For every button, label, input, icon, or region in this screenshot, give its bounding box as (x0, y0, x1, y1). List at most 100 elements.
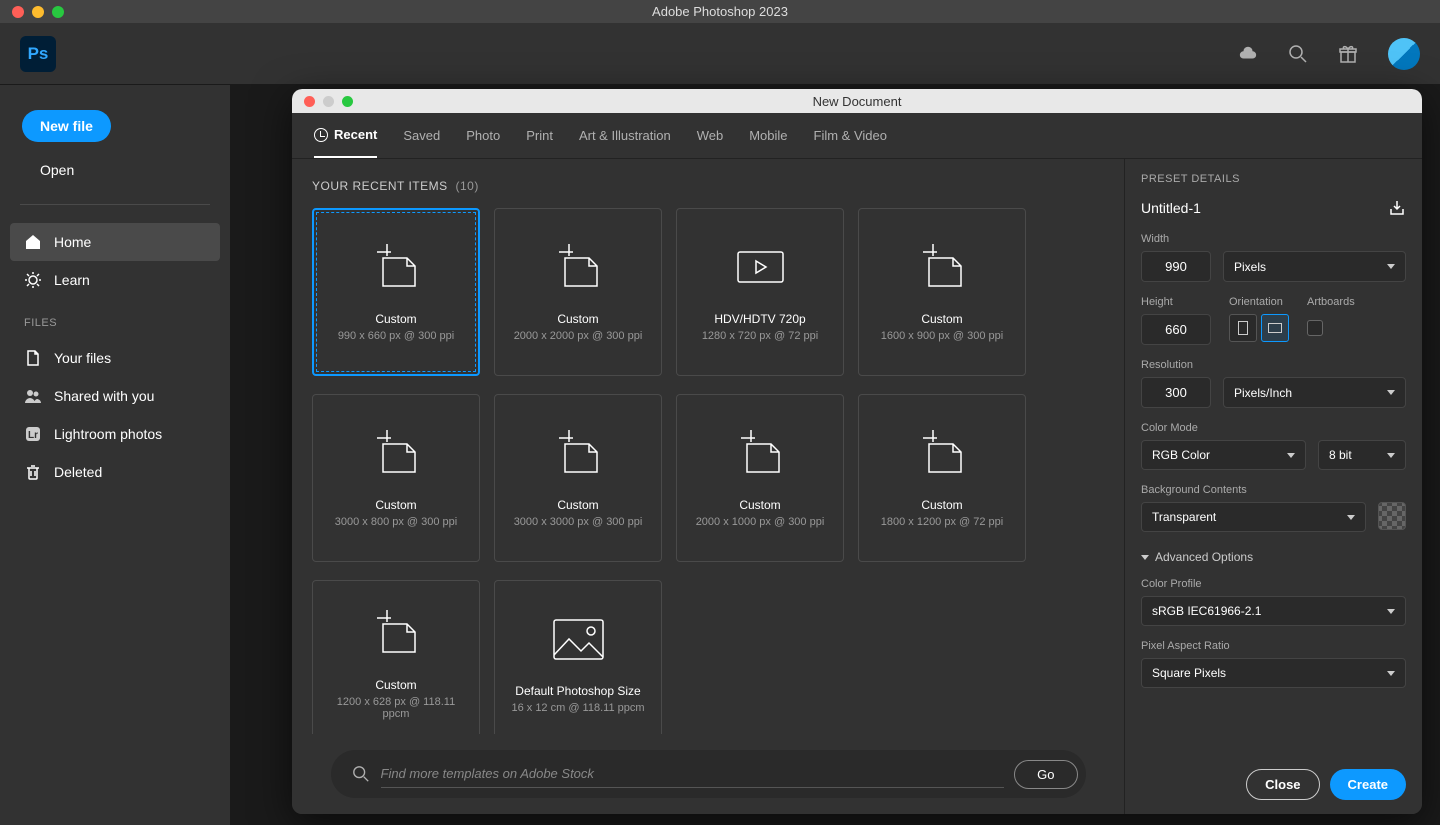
preset-card[interactable]: Custom 990 x 660 px @ 300 ppi (312, 208, 480, 376)
modal-tabs: Recent Saved Photo Print Art & Illustration W… (292, 113, 1422, 159)
advanced-options-toggle[interactable]: Advanced Options (1141, 550, 1406, 564)
orientation-label: Orientation (1229, 296, 1289, 308)
height-label: Height (1141, 296, 1211, 308)
preset-card[interactable]: Custom 1200 x 628 px @ 118.11 ppcm (312, 580, 480, 734)
chevron-down-icon (1347, 515, 1355, 520)
svg-text:Lr: Lr (28, 430, 38, 441)
main-titlebar: Adobe Photoshop 2023 (0, 0, 1440, 23)
preset-spec: 990 x 660 px @ 300 ppi (338, 330, 454, 342)
preset-name: Custom (375, 678, 416, 692)
doc-preset-icon (733, 428, 788, 478)
presets-area: YOUR RECENT ITEMS (10) Custom 990 x 660 … (292, 159, 1124, 814)
tab-label: Saved (403, 128, 440, 143)
sidebar-item-shared-with-you[interactable]: Shared with you (10, 377, 220, 415)
tab-art-illustration[interactable]: Art & Illustration (579, 113, 671, 158)
divider (20, 204, 210, 205)
tab-recent[interactable]: Recent (314, 113, 377, 158)
sidebar-item-label: Deleted (54, 464, 102, 480)
preset-details-panel: PRESET DETAILS Untitled-1 Width Pixels (1124, 159, 1422, 814)
tab-mobile[interactable]: Mobile (749, 113, 787, 158)
tab-label: Web (697, 128, 724, 143)
modal-titlebar: New Document (292, 89, 1422, 113)
window-close-icon[interactable] (12, 6, 24, 18)
document-name[interactable]: Untitled-1 (1141, 200, 1388, 216)
modal-maximize-icon[interactable] (342, 96, 353, 107)
preset-name: Custom (739, 498, 780, 512)
save-preset-icon[interactable] (1388, 199, 1406, 217)
color-profile-select[interactable]: sRGB IEC61966-2.1 (1141, 596, 1406, 626)
files-section-label: FILES (10, 299, 220, 339)
content-backdrop: New Document Recent Saved Photo Print Art & … (230, 85, 1440, 825)
tab-saved[interactable]: Saved (403, 113, 440, 158)
width-unit-select[interactable]: Pixels (1223, 251, 1406, 282)
chevron-down-icon (1387, 609, 1395, 614)
gift-icon[interactable] (1338, 44, 1358, 64)
preset-card[interactable]: Default Photoshop Size 16 x 12 cm @ 118.… (494, 580, 662, 734)
orientation-landscape-button[interactable] (1261, 314, 1289, 342)
chevron-down-icon (1387, 264, 1395, 269)
sidebar-item-label: Shared with you (54, 388, 154, 404)
sidebar-item-your-files[interactable]: Your files (10, 339, 220, 377)
sidebar-item-learn[interactable]: Learn (10, 261, 220, 299)
preset-name: Default Photoshop Size (515, 684, 640, 698)
go-button[interactable]: Go (1014, 760, 1077, 789)
width-label: Width (1141, 233, 1406, 245)
preset-spec: 2000 x 1000 px @ 300 ppi (696, 516, 825, 528)
pixel-aspect-ratio-select[interactable]: Square Pixels (1141, 658, 1406, 688)
resolution-unit-select[interactable]: Pixels/Inch (1223, 377, 1406, 408)
preset-spec: 3000 x 800 px @ 300 ppi (335, 516, 457, 528)
width-input[interactable] (1141, 251, 1211, 282)
preset-card[interactable]: Custom 1800 x 1200 px @ 72 ppi (858, 394, 1026, 562)
create-button[interactable]: Create (1330, 769, 1406, 800)
window-minimize-icon[interactable] (32, 6, 44, 18)
tab-film-video[interactable]: Film & Video (814, 113, 887, 158)
sidebar-item-deleted[interactable]: Deleted (10, 453, 220, 491)
tab-label: Print (526, 128, 553, 143)
background-select[interactable]: Transparent (1141, 502, 1366, 532)
tab-label: Art & Illustration (579, 128, 671, 143)
sidebar-item-lightroom-photos[interactable]: LrLightroom photos (10, 415, 220, 453)
landscape-icon (1268, 323, 1282, 333)
artboards-label: Artboards (1307, 296, 1355, 308)
sidebar-item-home[interactable]: Home (10, 223, 220, 261)
preset-spec: 1600 x 900 px @ 300 ppi (881, 330, 1003, 342)
resolution-input[interactable] (1141, 377, 1211, 408)
orientation-portrait-button[interactable] (1229, 314, 1257, 342)
top-toolbar: Ps (0, 23, 1440, 85)
stock-search-input[interactable] (381, 760, 1005, 788)
preset-card[interactable]: Custom 3000 x 3000 px @ 300 ppi (494, 394, 662, 562)
color-mode-select[interactable]: RGB Color (1141, 440, 1306, 470)
cloud-icon[interactable] (1238, 44, 1258, 64)
tab-photo[interactable]: Photo (466, 113, 500, 158)
artboards-checkbox[interactable] (1307, 320, 1323, 336)
portrait-icon (1238, 321, 1248, 335)
background-color-swatch[interactable] (1378, 502, 1406, 530)
tab-web[interactable]: Web (697, 113, 724, 158)
preset-card[interactable]: Custom 2000 x 2000 px @ 300 ppi (494, 208, 662, 376)
avatar[interactable] (1388, 38, 1420, 70)
preset-card[interactable]: Custom 3000 x 800 px @ 300 ppi (312, 394, 480, 562)
recent-items-label: YOUR RECENT ITEMS (10) (312, 179, 1104, 193)
presets-grid[interactable]: Custom 990 x 660 px @ 300 ppi Custom 200… (312, 208, 1104, 734)
preset-spec: 1200 x 628 px @ 118.11 ppcm (323, 696, 469, 720)
preset-name: Custom (375, 498, 416, 512)
search-icon[interactable] (1288, 44, 1308, 64)
new-file-button[interactable]: New file (22, 110, 111, 142)
open-button[interactable]: Open (22, 154, 92, 186)
bit-depth-select[interactable]: 8 bit (1318, 440, 1406, 470)
preset-card[interactable]: HDV/HDTV 720p 1280 x 720 px @ 72 ppi (676, 208, 844, 376)
preset-card[interactable]: Custom 1600 x 900 px @ 300 ppi (858, 208, 1026, 376)
doc-preset-icon (369, 428, 424, 478)
chevron-down-icon (1141, 555, 1149, 560)
learn-icon (24, 271, 42, 289)
height-input[interactable] (1141, 314, 1211, 345)
window-title: Adobe Photoshop 2023 (652, 4, 788, 19)
doc-preset-icon (369, 242, 424, 292)
modal-close-icon[interactable] (304, 96, 315, 107)
tab-print[interactable]: Print (526, 113, 553, 158)
preset-card[interactable]: Custom 2000 x 1000 px @ 300 ppi (676, 394, 844, 562)
window-maximize-icon[interactable] (52, 6, 64, 18)
close-button[interactable]: Close (1246, 769, 1319, 800)
chevron-down-icon (1387, 671, 1395, 676)
doc-preset-icon (551, 242, 606, 292)
